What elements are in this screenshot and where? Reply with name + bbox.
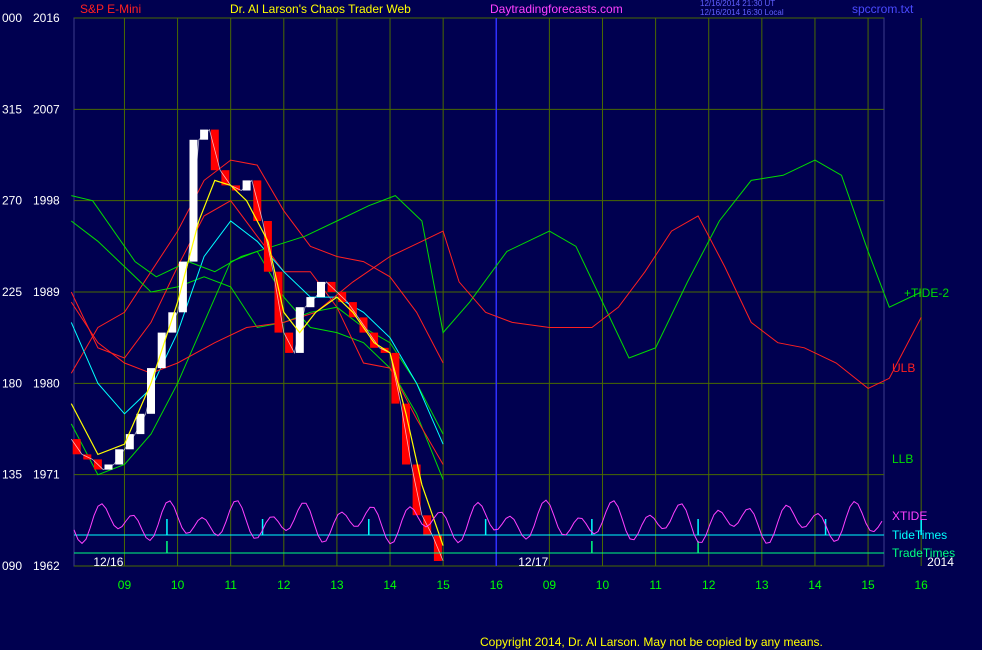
left-title: S&P E-Mini [80,2,141,16]
data-file: spccrom.txt [852,2,914,16]
copyright: Copyright 2014, Dr. Al Larson. May not b… [480,635,823,649]
price-axis-tick: 1989 [33,285,60,299]
x-axis-tick: 11 [649,578,662,592]
x-axis-tick: 16 [915,578,929,592]
series-label: +TIDE-2 [904,286,949,300]
x-axis-tick: 09 [543,578,557,592]
x-axis-tick: 15 [436,578,450,592]
timestamp-local: 12/16/2014 16:30 Local [700,8,784,17]
x-axis-tick: 14 [383,578,397,592]
x-axis-tick: 10 [171,578,185,592]
x-axis-tick: 12 [277,578,291,592]
left-axis-tick: 090 [2,559,22,573]
price-axis-tick: 1962 [33,559,60,573]
price-axis-tick: 1980 [33,376,60,390]
series-label: ULB [892,361,915,375]
price-axis-tick: 1971 [33,468,60,482]
x-axis-tick: 13 [330,578,344,592]
x-axis-tick: 15 [861,578,875,592]
site-link[interactable]: Daytradingforecasts.com [490,2,623,16]
x-axis-tick: 10 [596,578,610,592]
left-axis-tick: 225 [2,285,22,299]
left-axis-tick: 315 [2,102,22,116]
left-axis-tick: 135 [2,468,22,482]
x-axis-tick: 16 [490,578,504,592]
price-axis-tick: 1998 [33,194,60,208]
price-axis-tick: 2016 [33,11,60,25]
center-title: Dr. Al Larson's Chaos Trader Web [230,2,411,16]
series-label: TideTimes [892,528,947,542]
x-axis-tick: 14 [808,578,822,592]
price-axis-tick: 2007 [33,102,60,116]
date-label: 12/16 [93,555,123,569]
x-axis-tick: 13 [755,578,769,592]
x-axis-tick: 09 [118,578,132,592]
timestamp-ut: 12/16/2014 21:30 UT [700,0,775,8]
x-axis-tick: 11 [224,578,237,592]
left-axis-tick: 180 [2,376,22,390]
left-axis-tick: 270 [2,194,22,208]
left-axis-tick: 000 [2,11,22,25]
series-label: XTIDE [892,509,927,523]
series-label: TradeTimes [892,546,955,560]
date-label: 12/17 [518,555,548,569]
series-label: LLB [892,452,913,466]
chart-canvas: 000 315 270 225 180 135 090 2016 2007 1998 1989 19… [0,0,982,650]
x-axis-tick: 12 [702,578,716,592]
